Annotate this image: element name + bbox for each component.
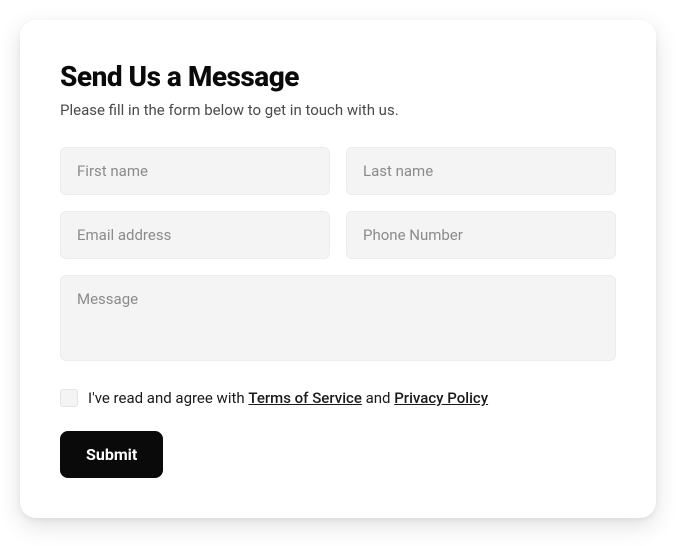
contact-form-card: Send Us a Message Please fill in the for… [20, 20, 656, 518]
form-title: Send Us a Message [60, 60, 616, 93]
submit-button[interactable]: Submit [60, 431, 163, 478]
form-subtitle: Please fill in the form below to get in … [60, 101, 616, 119]
consent-mid: and [362, 389, 394, 407]
consent-text: I've read and agree with Terms of Servic… [88, 389, 488, 407]
consent-prefix: I've read and agree with [88, 389, 248, 407]
last-name-input[interactable] [346, 147, 616, 195]
contact-row [60, 211, 616, 259]
message-textarea[interactable] [60, 275, 616, 361]
privacy-link[interactable]: Privacy Policy [394, 389, 488, 407]
consent-row: I've read and agree with Terms of Servic… [60, 389, 616, 407]
first-name-input[interactable] [60, 147, 330, 195]
email-input[interactable] [60, 211, 330, 259]
tos-link[interactable]: Terms of Service [248, 389, 362, 407]
name-row [60, 147, 616, 195]
consent-checkbox[interactable] [60, 389, 78, 407]
phone-input[interactable] [346, 211, 616, 259]
